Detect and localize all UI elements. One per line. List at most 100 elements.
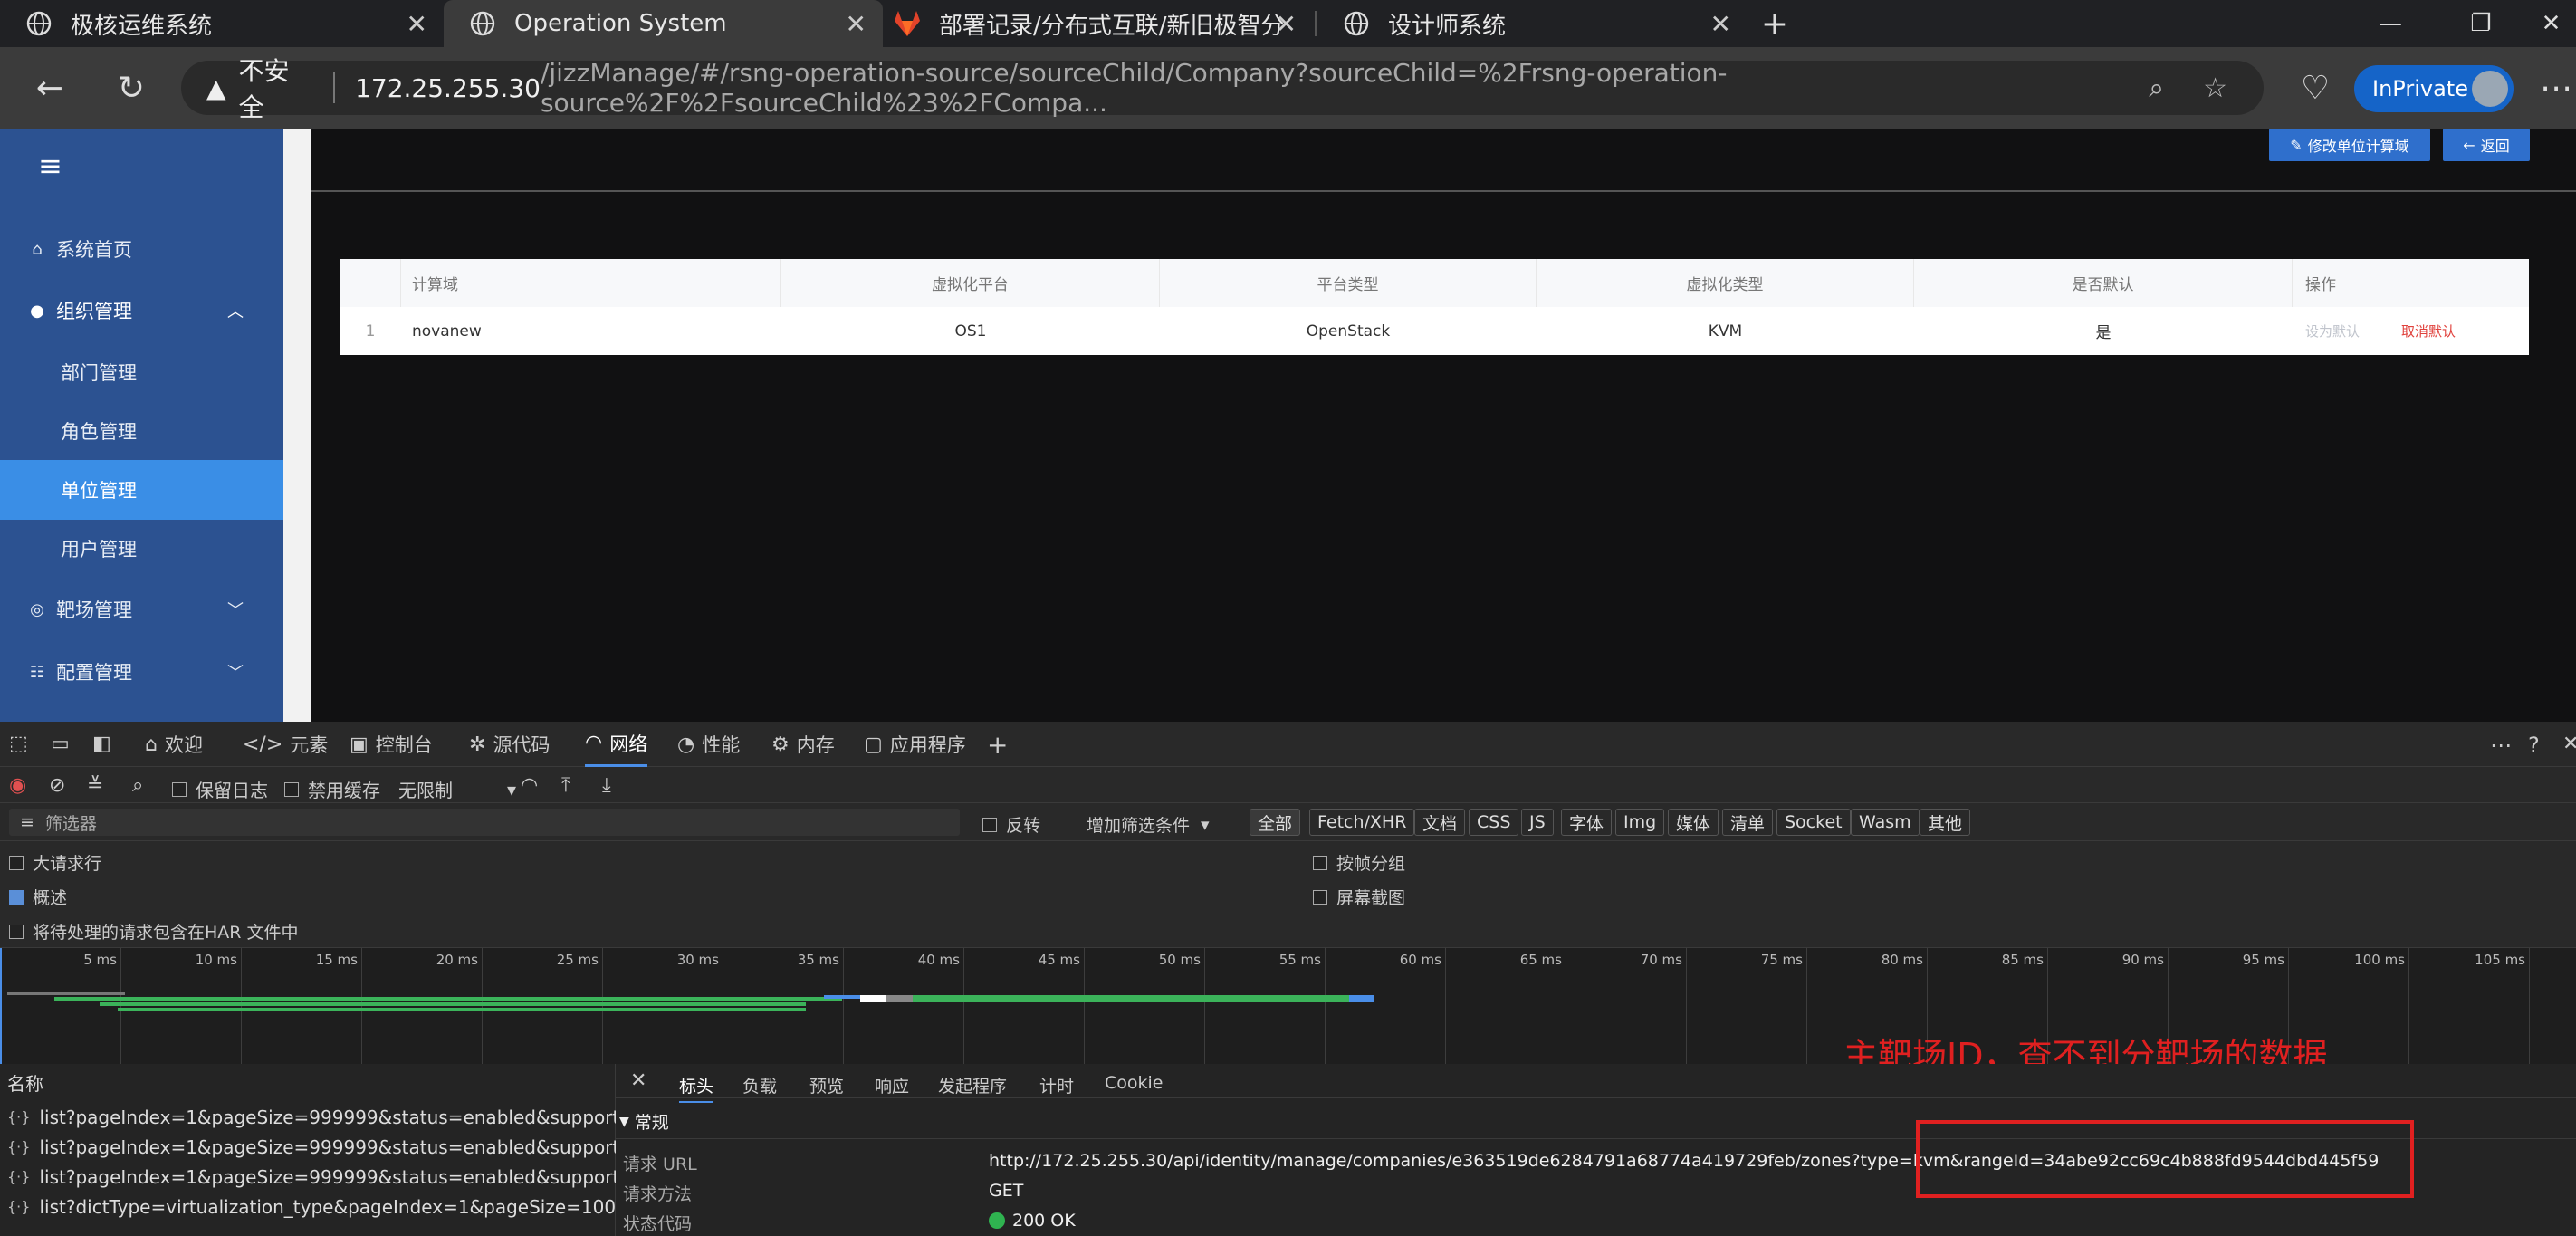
detail-tab-payload[interactable]: 负载 — [742, 1073, 777, 1097]
cancel-default-link[interactable]: 取消默认 — [2401, 307, 2456, 355]
record-icon[interactable]: ◉ — [9, 774, 26, 797]
sidebar-item-dept[interactable]: 部门管理 — [0, 342, 283, 402]
type-filter-js[interactable]: JS — [1521, 809, 1554, 836]
close-tab-icon[interactable]: ✕ — [846, 9, 867, 39]
add-tab-icon[interactable]: + — [987, 722, 1008, 767]
request-row[interactable]: {·} list?dictType=virtualization_type&pag… — [0, 1192, 616, 1222]
favorite-icon[interactable]: ☆ — [2203, 72, 2227, 104]
health-icon[interactable]: ♡ — [2291, 63, 2340, 112]
hamburger-icon[interactable]: ≡ — [38, 149, 62, 183]
timeline-tick-label: 5 ms — [83, 952, 117, 968]
network-conditions-icon[interactable]: ◠ — [521, 774, 538, 797]
tab-jihe[interactable]: 极核运维系统 ✕ — [0, 0, 444, 47]
sidebar-item-user[interactable]: 用户管理 — [0, 519, 283, 579]
more-icon[interactable]: ⋯ — [2532, 63, 2576, 112]
timeline-tick-label: 10 ms — [195, 952, 237, 968]
disable-cache-checkbox[interactable]: 禁用缓存 — [284, 776, 380, 802]
more-icon[interactable]: ⋯ — [2490, 733, 2512, 758]
filter-input[interactable]: ≡ 筛选器 — [9, 809, 960, 836]
detail-tab-initiator[interactable]: 发起程序 — [938, 1073, 1007, 1097]
detail-tab-cookie[interactable]: Cookie — [1105, 1073, 1164, 1093]
export-icon[interactable]: ⤓ — [602, 774, 611, 797]
type-filter-wasm[interactable]: Wasm — [1851, 809, 1920, 836]
close-tab-icon[interactable]: ✕ — [1276, 9, 1297, 39]
back-button[interactable]: ← 返回 — [2443, 129, 2530, 161]
detail-tab-timing[interactable]: 计时 — [1039, 1073, 1074, 1097]
tab-network[interactable]: ◠ 网络 — [585, 722, 648, 767]
inspect-icon[interactable]: ⬚ — [9, 733, 28, 755]
type-filter-other[interactable]: 其他 — [1920, 809, 1971, 836]
edit-compute-domain-button[interactable]: ✎ 修改单位计算域 — [2269, 129, 2430, 161]
overview-checkbox[interactable]: 概述 — [9, 885, 67, 909]
close-detail-icon[interactable]: ✕ — [630, 1069, 646, 1092]
minimize-icon[interactable]: — — [2354, 0, 2427, 47]
filter-icon[interactable]: ≚ — [87, 774, 103, 797]
cell-platform: OS1 — [954, 321, 987, 340]
sidebar-item-company[interactable]: 单位管理 — [0, 460, 283, 520]
big-rows-checkbox[interactable]: 大请求行 — [9, 850, 101, 875]
preserve-log-checkbox[interactable]: 保留日志 — [172, 776, 268, 802]
tab-application[interactable]: ▢ 应用程序 — [864, 722, 966, 767]
column-header: 计算域 — [401, 259, 781, 307]
sidebar-item-range[interactable]: ◎ 靶场管理 ﹀ — [0, 580, 283, 639]
close-tab-icon[interactable]: ✕ — [1710, 9, 1731, 39]
detail-tab-headers[interactable]: 标头 — [679, 1073, 714, 1103]
back-icon[interactable]: ← — [25, 63, 74, 112]
detail-tab-preview[interactable]: 预览 — [809, 1073, 844, 1097]
type-filter-all[interactable]: 全部 — [1250, 809, 1301, 836]
general-section-toggle[interactable]: ▼ 常规 — [619, 1109, 669, 1134]
type-filter-fetch[interactable]: Fetch/XHR — [1309, 809, 1415, 836]
new-tab-icon[interactable]: + — [1738, 0, 1811, 47]
header-value-method: GET — [989, 1181, 1024, 1201]
type-filter-img[interactable]: Img — [1615, 809, 1665, 836]
sidebar-item-role[interactable]: 角色管理 — [0, 401, 283, 461]
restore-icon[interactable]: ❐ — [2445, 0, 2517, 47]
import-icon[interactable]: ⤒ — [561, 774, 570, 797]
search-icon[interactable]: ⌕ — [132, 774, 143, 797]
sidebar-item-home[interactable]: ⌂ 系统首页 — [0, 219, 283, 279]
refresh-icon[interactable]: ↻ — [107, 63, 156, 112]
group-by-frame-checkbox[interactable]: 按帧分组 — [1313, 850, 1405, 875]
har-checkbox[interactable]: 将待处理的请求包含在HAR 文件中 — [9, 919, 299, 944]
request-row[interactable]: {·} list?pageIndex=1&pageSize=999999&stat… — [0, 1162, 616, 1192]
more-filters-dropdown[interactable]: 增加筛选条件 ▾ — [1087, 812, 1210, 837]
type-filter-media[interactable]: 媒体 — [1668, 809, 1719, 836]
request-row[interactable]: {·} list?pageIndex=1&pageSize=999999&stat… — [0, 1102, 616, 1132]
tab-sources[interactable]: ✲ 源代码 — [469, 722, 550, 767]
device-icon[interactable]: ▭ — [51, 733, 70, 755]
set-default-link[interactable]: 设为默认 — [2305, 307, 2360, 355]
tab-operation-system[interactable]: Operation System ✕ — [444, 0, 883, 47]
tab-elements[interactable]: </> 元素 — [243, 722, 328, 767]
sidebar-item-config[interactable]: ☷ 配置管理 ﹀ — [0, 642, 283, 702]
tab-performance[interactable]: ◔ 性能 — [677, 722, 740, 767]
timeline-gridline — [843, 948, 844, 1064]
close-window-icon[interactable]: ✕ — [2526, 0, 2576, 47]
help-icon[interactable]: ? — [2528, 733, 2540, 758]
inprivate-badge[interactable]: InPrivate — [2354, 65, 2514, 112]
type-filter-manifest[interactable]: 清单 — [1722, 809, 1774, 836]
invert-checkbox[interactable]: 反转 — [982, 812, 1040, 837]
detail-tab-response[interactable]: 响应 — [875, 1073, 909, 1097]
url-field[interactable]: ▲ 不安全 172.25.255.30/jizzManage/#/rsng-op… — [181, 56, 2264, 122]
dock-icon[interactable]: ◧ — [92, 733, 111, 755]
type-filter-font[interactable]: 字体 — [1561, 809, 1613, 836]
request-row[interactable]: {·} list?pageIndex=1&pageSize=999999&stat… — [0, 1132, 616, 1162]
tab-designer[interactable]: 设计师系统 ✕ — [1317, 0, 1748, 47]
web-page: ≡ ⌂ 系统首页 ● 组织管理 ︿ 部门管理 角色管理 单位管理 用户管理 ◎ 靶场管理… — [0, 129, 2576, 722]
zoom-icon[interactable]: ⌕ — [2149, 72, 2164, 104]
clear-icon[interactable]: ⊘ — [49, 774, 65, 797]
tab-welcome[interactable]: ⌂ 欢迎 — [145, 722, 203, 767]
tab-gitlab[interactable]: 部署记录/分布式互联/新旧极智分 ✕ — [883, 0, 1313, 47]
type-filter-css[interactable]: CSS — [1469, 809, 1519, 836]
sidebar-item-org[interactable]: ● 组织管理 ︿ — [0, 281, 283, 340]
close-tab-icon[interactable]: ✕ — [407, 9, 427, 39]
type-filter-doc[interactable]: 文档 — [1414, 809, 1466, 836]
caret-down-icon: ▾ — [507, 778, 517, 800]
tab-memory[interactable]: ⚙ 内存 — [771, 722, 835, 767]
tab-console[interactable]: ▣ 控制台 — [350, 722, 433, 767]
screenshots-checkbox[interactable]: 屏幕截图 — [1313, 885, 1405, 909]
throttle-select[interactable]: 无限制 ▾ — [398, 776, 516, 802]
main-content: ✎ 修改单位计算域 ← 返回 计算域 虚拟化平台 平台类型 虚拟化类型 是否默认 操… — [311, 129, 2576, 722]
close-devtools-icon[interactable]: ✕ — [2562, 733, 2576, 755]
type-filter-socket[interactable]: Socket — [1776, 809, 1851, 836]
